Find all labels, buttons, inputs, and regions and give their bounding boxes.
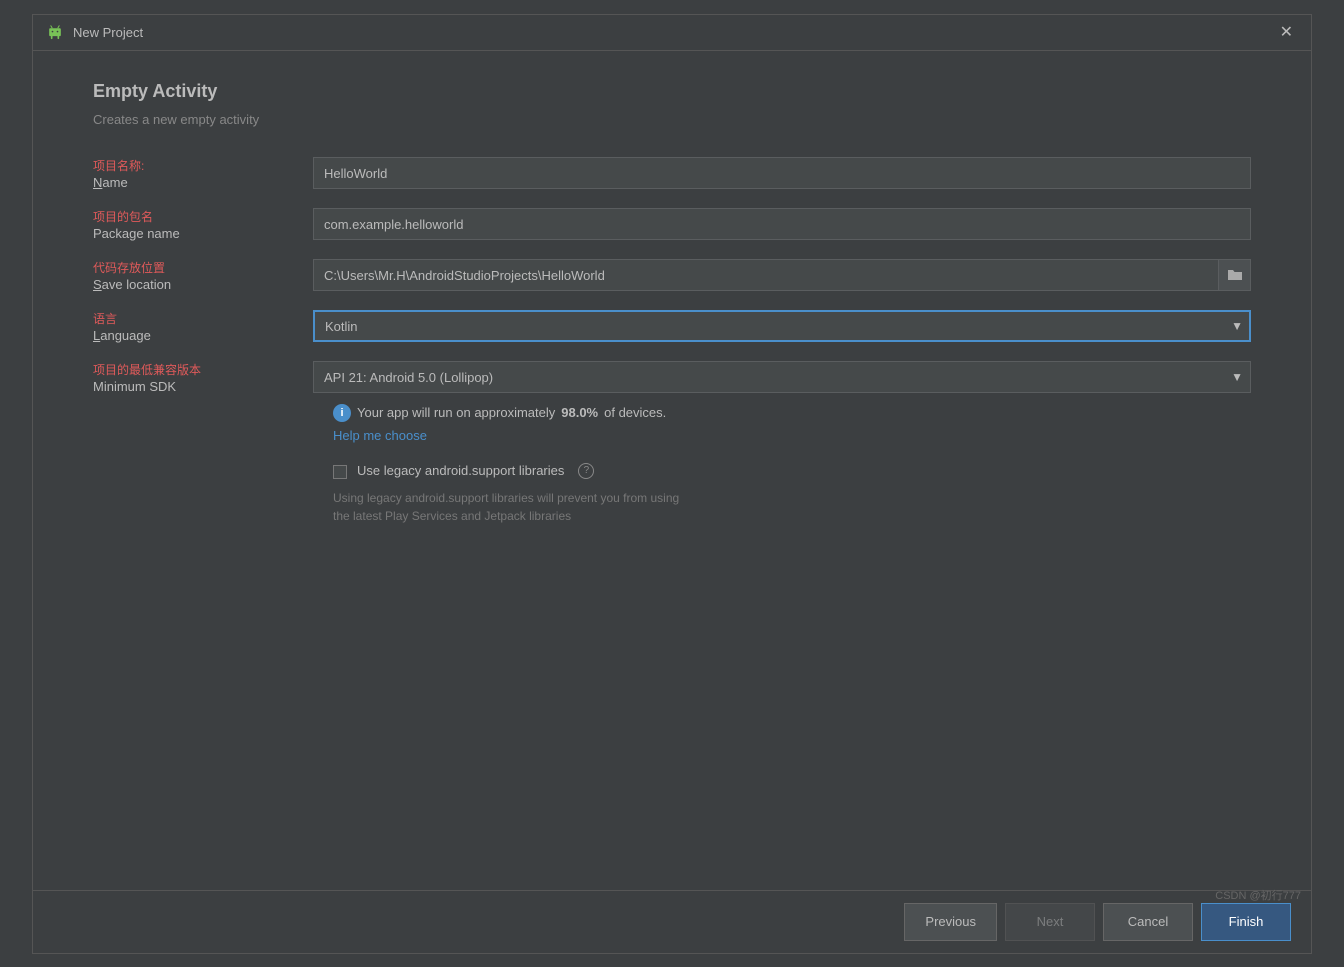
dialog-footer: Previous Next Cancel Finish xyxy=(33,890,1311,953)
name-label-group: 项目名称: Name xyxy=(93,157,313,190)
sdk-info-percentage: 98.0% xyxy=(561,405,598,420)
legacy-desc-line1: Using legacy android.support libraries w… xyxy=(333,489,679,507)
cancel-button[interactable]: Cancel xyxy=(1103,903,1193,941)
sdk-row: 项目的最低兼容版本 Minimum SDK API 16: Android 4.… xyxy=(93,361,1251,525)
name-input-area xyxy=(313,157,1251,189)
save-location-row: 代码存放位置 Save location xyxy=(93,259,1251,292)
save-label-cn: 代码存放位置 xyxy=(93,259,313,276)
legacy-desc-line2: the latest Play Services and Jetpack lib… xyxy=(333,507,679,525)
name-label-en: Name xyxy=(93,175,313,190)
legacy-checkbox-row: Use legacy android.support libraries ? xyxy=(333,463,594,479)
activity-title: Empty Activity xyxy=(93,81,1251,102)
package-input[interactable] xyxy=(313,208,1251,240)
save-label-en: Save location xyxy=(93,277,313,292)
package-row: 项目的包名 Package name xyxy=(93,208,1251,241)
save-location-wrapper xyxy=(313,259,1251,291)
language-select[interactable]: Java Kotlin xyxy=(313,310,1251,342)
language-label-group: 语言 Language xyxy=(93,310,313,343)
package-label-group: 项目的包名 Package name xyxy=(93,208,313,241)
new-project-dialog: New Project ✕ Empty Activity Creates a n… xyxy=(32,14,1312,954)
name-label-cn: 项目名称: xyxy=(93,157,313,174)
legacy-checkbox[interactable] xyxy=(333,465,347,479)
legacy-checkbox-label: Use legacy android.support libraries xyxy=(357,463,564,478)
language-label-en: Language xyxy=(93,328,313,343)
sdk-row-top: 项目的最低兼容版本 Minimum SDK API 16: Android 4.… xyxy=(93,361,1251,394)
help-link[interactable]: Help me choose xyxy=(333,428,427,443)
package-input-area xyxy=(313,208,1251,240)
dialog-content: Empty Activity Creates a new empty activ… xyxy=(33,51,1311,890)
sdk-label-en: Minimum SDK xyxy=(93,379,313,394)
name-input[interactable] xyxy=(313,157,1251,189)
browse-folder-button[interactable] xyxy=(1219,259,1251,291)
sdk-info-prefix: Your app will run on approximately xyxy=(357,405,555,420)
sdk-label-cn: 项目的最低兼容版本 xyxy=(93,361,313,378)
android-icon xyxy=(45,22,65,42)
folder-icon xyxy=(1227,268,1243,282)
language-label-cn: 语言 xyxy=(93,310,313,327)
activity-description: Creates a new empty activity xyxy=(93,112,1251,127)
sdk-input-area: API 16: Android 4.1 (Jelly Bean) API 17:… xyxy=(313,361,1251,393)
sdk-info-suffix: of devices. xyxy=(604,405,666,420)
language-input-area: Java Kotlin ▼ xyxy=(313,310,1251,342)
save-input-area xyxy=(313,259,1251,291)
sdk-select[interactable]: API 16: Android 4.1 (Jelly Bean) API 17:… xyxy=(313,361,1251,393)
sdk-dropdown-wrapper: API 16: Android 4.1 (Jelly Bean) API 17:… xyxy=(313,361,1251,393)
save-location-input[interactable] xyxy=(313,259,1219,291)
name-row: 项目名称: Name xyxy=(93,157,1251,190)
close-button[interactable]: ✕ xyxy=(1274,20,1299,44)
language-row: 语言 Language Java Kotlin ▼ xyxy=(93,310,1251,343)
next-button[interactable]: Next xyxy=(1005,903,1095,941)
previous-button[interactable]: Previous xyxy=(904,903,997,941)
language-dropdown-wrapper: Java Kotlin ▼ xyxy=(313,310,1251,342)
form-section: 项目名称: Name 项目的包名 Package name xyxy=(93,157,1251,543)
sdk-label-group: 项目的最低兼容版本 Minimum SDK xyxy=(93,361,313,394)
package-label-en: Package name xyxy=(93,226,313,241)
package-label-cn: 项目的包名 xyxy=(93,208,313,225)
info-icon: i xyxy=(333,404,351,422)
finish-button[interactable]: Finish xyxy=(1201,903,1291,941)
sdk-info-text: i Your app will run on approximately 98.… xyxy=(333,404,666,422)
title-bar: New Project ✕ xyxy=(33,15,1311,51)
legacy-description: Using legacy android.support libraries w… xyxy=(333,489,679,525)
legacy-help-icon[interactable]: ? xyxy=(578,463,594,479)
watermark: CSDN @初行777 xyxy=(1215,887,1301,903)
dialog-title: New Project xyxy=(73,25,1274,40)
save-label-group: 代码存放位置 Save location xyxy=(93,259,313,292)
